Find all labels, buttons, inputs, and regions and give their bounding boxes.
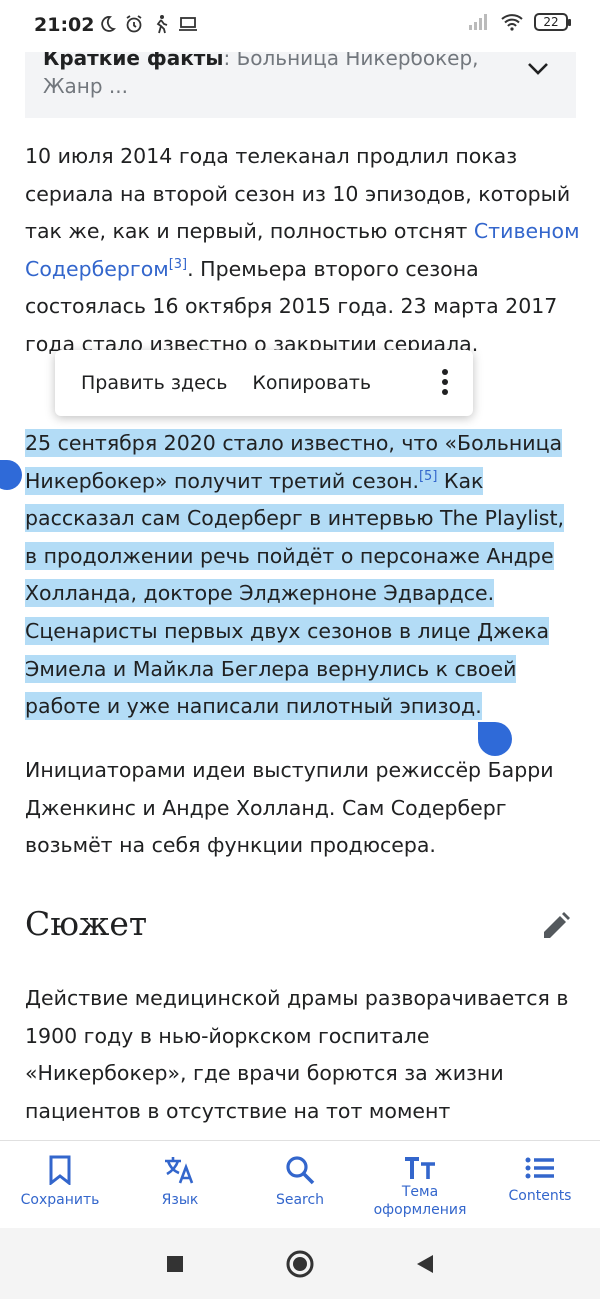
search-icon (286, 1156, 315, 1185)
theme-button[interactable]: Тема оформления (360, 1141, 480, 1229)
edit-here-button[interactable]: Править здесь (55, 372, 244, 394)
more-options-icon[interactable] (441, 368, 449, 396)
text-format-icon (405, 1157, 435, 1179)
section-heading-plot: Сюжет (25, 904, 148, 943)
language-label: Язык (161, 1192, 199, 1208)
selected-text[interactable]: 25 сентября 2020 стало известно, что «Бо… (25, 429, 565, 721)
quick-facts-summary2: Жанр ... (43, 74, 128, 98)
laptop-icon (179, 17, 197, 31)
paragraph-text: Как рассказал сам Содерберг в интервью T… (25, 468, 565, 719)
battery-icon: 22 (534, 13, 571, 31)
wifi-icon (501, 14, 523, 31)
search-button[interactable]: Search (240, 1141, 360, 1229)
paragraph-initiators: Инициаторами идеи выступили режиссёр Бар… (25, 758, 554, 858)
save-button[interactable]: Сохранить (0, 1141, 120, 1229)
edit-pencil-icon[interactable] (540, 910, 572, 942)
bottom-toolbar: Сохранить Язык Search Тема оформления Co… (0, 1140, 600, 1229)
status-time: 21:02 (34, 14, 95, 36)
theme-label: Тема оформления (373, 1184, 467, 1218)
reference-3[interactable]: [3] (169, 257, 187, 272)
selection-start-handle[interactable] (0, 460, 22, 490)
recent-apps-icon[interactable] (165, 1254, 185, 1274)
contents-label: Contents (508, 1188, 572, 1204)
walking-icon (156, 15, 168, 34)
contents-button[interactable]: Contents (480, 1141, 600, 1229)
home-icon[interactable] (285, 1249, 315, 1279)
moon-icon (101, 16, 116, 32)
copy-button[interactable]: Копировать (244, 372, 388, 394)
bookmark-icon (49, 1155, 71, 1185)
status-bar: 21:02 22 (0, 0, 600, 52)
chevron-down-icon[interactable] (526, 60, 550, 76)
system-navigation-bar (0, 1228, 600, 1299)
contents-list-icon (525, 1157, 554, 1179)
language-button[interactable]: Язык (120, 1141, 240, 1229)
translate-icon (165, 1157, 194, 1184)
text-selection-menu: Править здесь Копировать (55, 350, 473, 416)
signal-icon (469, 14, 487, 30)
paragraph-third-season: 25 сентября 2020 стало известно, что «Бо… (25, 425, 580, 726)
save-label: Сохранить (20, 1192, 100, 1208)
paragraph-plot: Действие медицинской драмы разворачивает… (25, 986, 569, 1123)
search-label: Search (275, 1192, 325, 1208)
battery-level: 22 (543, 15, 559, 29)
reference-5[interactable]: [5] (419, 469, 437, 484)
paragraph-renewal: 10 июля 2014 года телеканал продлил пока… (25, 138, 580, 364)
alarm-icon (126, 15, 142, 33)
selection-end-handle[interactable] (478, 722, 512, 756)
back-icon[interactable] (415, 1253, 435, 1275)
